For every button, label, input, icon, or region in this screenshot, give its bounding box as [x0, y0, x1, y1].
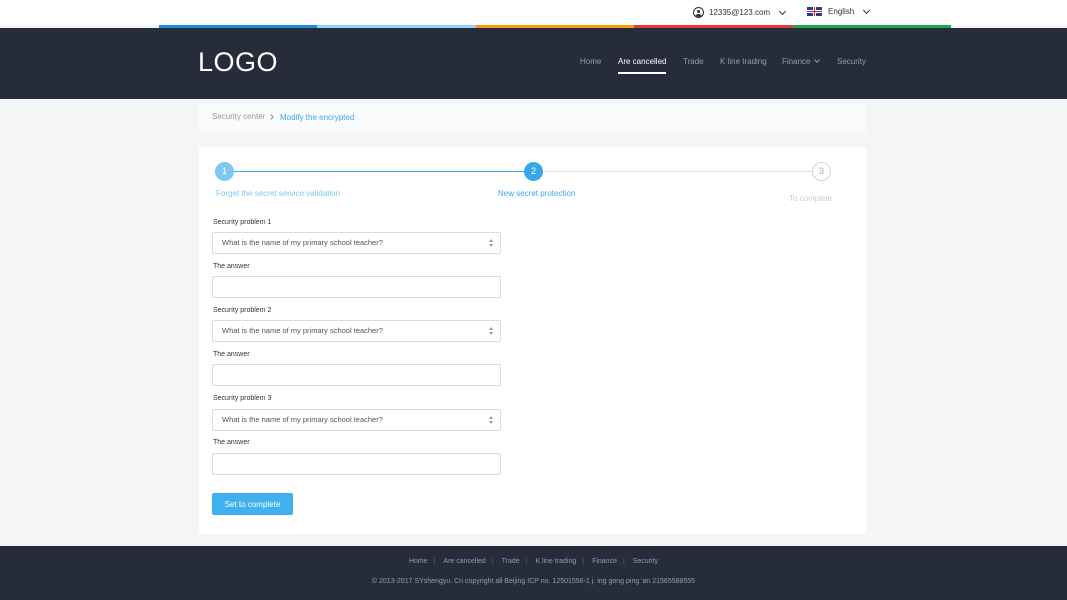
breadcrumb-current: Modify the encrypted — [280, 113, 355, 122]
nav-k-line-trading[interactable]: K line trading — [720, 57, 767, 66]
set-to-complete-button[interactable]: Set to complete — [212, 493, 293, 515]
select-arrows-icon — [488, 239, 493, 248]
select-arrows-icon — [488, 327, 493, 336]
security-problem-2-select[interactable]: What is the name of my primary school te… — [212, 320, 501, 342]
footer-link-k-line-trading[interactable]: K line trading — [535, 558, 576, 565]
user-menu[interactable]: 12335@123.com — [693, 6, 787, 19]
select-arrows-icon — [488, 416, 493, 425]
footer-link-are-cancelled[interactable]: Are cancelled — [443, 558, 485, 565]
answer-3-label: The answer — [213, 439, 250, 446]
footer-divider: | — [622, 558, 625, 565]
answer-3-input[interactable] — [212, 453, 501, 475]
footer-divider: | — [433, 558, 436, 565]
answer-2-input[interactable] — [212, 364, 501, 386]
user-icon — [693, 7, 704, 18]
footer-links: Home | Are cancelled | Trade | K line tradi… — [0, 558, 1067, 565]
main-nav: Home Are cancelled Trade K line trading … — [0, 57, 1067, 77]
security-problem-3-label: Security problem 3 — [213, 395, 272, 402]
answer-1-label: The answer — [213, 263, 250, 270]
security-problem-3-select[interactable]: What is the name of my primary school te… — [212, 409, 501, 431]
footer-divider: | — [525, 558, 528, 565]
secret-protection-card: 1 2 3 Forget the secret service validati… — [199, 147, 866, 534]
nav-are-cancelled[interactable]: Are cancelled — [618, 57, 667, 74]
answer-2-label: The answer — [213, 351, 250, 358]
footer-divider: | — [582, 558, 585, 565]
select-value: What is the name of my primary school te… — [222, 238, 383, 247]
language-selector[interactable]: English — [807, 6, 871, 17]
select-value: What is the name of my primary school te… — [222, 415, 383, 424]
security-problem-1-label: Security problem 1 — [213, 219, 272, 226]
step-2-label: New secret protection — [498, 189, 576, 198]
nav-trade[interactable]: Trade — [683, 57, 704, 66]
answer-1-input[interactable] — [212, 276, 501, 298]
copyright: © 2013-2017 SYshengyu. Cn copyright all … — [371, 578, 696, 585]
chevron-down-icon — [779, 7, 787, 15]
nav-security[interactable]: Security — [837, 57, 866, 66]
footer-link-security[interactable]: Security — [633, 558, 658, 565]
chevron-right-icon — [268, 114, 274, 120]
progress-line-pending — [544, 171, 812, 172]
step-2-circle: 2 — [524, 162, 543, 181]
chevron-down-icon — [814, 57, 821, 63]
nav-home[interactable]: Home — [580, 57, 601, 66]
nav-finance[interactable]: Finance — [782, 57, 821, 66]
footer-link-finance[interactable]: Finance — [592, 558, 617, 565]
language-label: English — [828, 7, 855, 16]
user-email: 12335@123.com — [709, 8, 771, 17]
footer-divider: | — [491, 558, 494, 565]
chevron-down-icon — [863, 6, 871, 14]
step-1-circle: 1 — [215, 162, 234, 181]
uk-flag-icon — [807, 7, 822, 16]
footer: Home | Are cancelled | Trade | K line tradi… — [0, 546, 1067, 600]
breadcrumb-root[interactable]: Security center — [212, 112, 265, 121]
security-problem-1-select[interactable]: What is the name of my primary school te… — [212, 232, 501, 254]
security-problem-2-label: Security problem 2 — [213, 307, 272, 314]
header: LOGO Home Are cancelled Trade K line tra… — [0, 28, 1067, 99]
nav-finance-label: Finance — [782, 57, 811, 66]
step-1-label: Forget the secret service validation — [216, 189, 341, 198]
footer-link-trade[interactable]: Trade — [502, 558, 520, 565]
progress-line-done — [225, 171, 534, 172]
footer-link-home[interactable]: Home — [409, 558, 428, 565]
select-value: What is the name of my primary school te… — [222, 326, 383, 335]
top-bar: 12335@123.com English — [0, 0, 1067, 25]
step-3-label: To complete — [789, 194, 833, 203]
step-3-circle: 3 — [812, 162, 831, 181]
breadcrumb: Security center Modify the encrypted — [199, 104, 866, 132]
